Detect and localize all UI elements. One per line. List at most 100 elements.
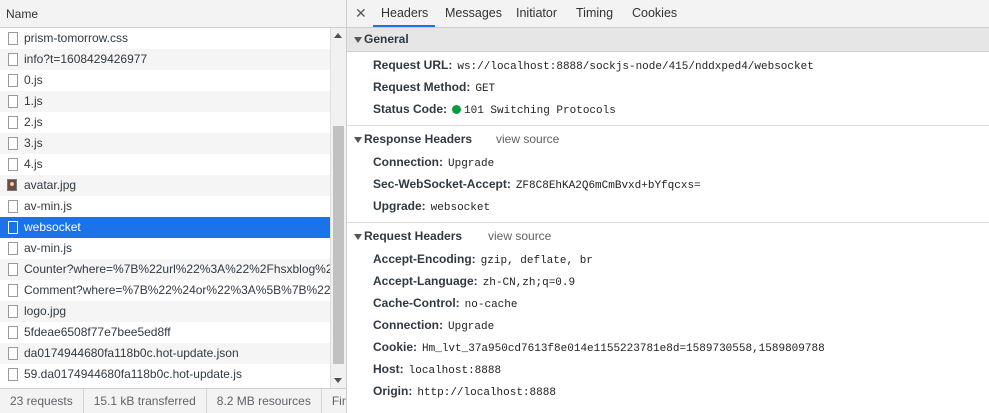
response-header-row: Upgrade: websocket — [347, 195, 989, 217]
request-header-row: Origin: http://localhost:8888 — [347, 380, 989, 402]
request-header-row: Accept-Language: zh-CN,zh;q=0.9 — [347, 270, 989, 292]
request-name: info?t=1608429426977 — [24, 52, 148, 66]
header-key: Request Method: — [373, 80, 471, 94]
name-column-header[interactable]: Name — [0, 0, 346, 28]
request-header-row: Connection: Upgrade — [347, 314, 989, 336]
file-icon — [8, 158, 18, 171]
request-header-row: Cache-Control: no-cache — [347, 292, 989, 314]
request-name: Comment?where=%7B%22%24or%22%3A%5B%7B%22… — [24, 283, 330, 297]
response-headers-section-header[interactable]: Response Headers view source — [347, 128, 989, 151]
response-header-row: Sec-WebSocket-Accept: ZF8C8EhKA2Q6mCmBvxd… — [347, 173, 989, 195]
request-row[interactable]: 2.js — [0, 112, 330, 133]
tab-cookies[interactable]: Cookies — [632, 6, 677, 20]
request-row[interactable]: 4.js — [0, 154, 330, 175]
request-row[interactable]: av-min.js — [0, 196, 330, 217]
header-key: Sec-WebSocket-Accept: — [373, 177, 511, 191]
section-divider — [347, 222, 989, 223]
header-key: Cache-Control: — [373, 296, 460, 310]
name-column-label: Name — [6, 7, 39, 21]
request-headers-title: Request Headers — [364, 229, 463, 243]
network-summary-bar: 23 requests 15.1 kB transferred 8.2 MB res… — [0, 388, 346, 413]
general-row-request-url: Request URL: ws://localhost:8888/sockjs-n… — [347, 54, 989, 76]
general-row-request-method: Request Method: GET — [347, 76, 989, 98]
request-row[interactable]: prism-tomorrow.css — [0, 28, 330, 49]
request-row[interactable]: 59.da0174944680fa118b0c.hot-update.js — [0, 364, 330, 385]
request-row[interactable]: 1.js — [0, 91, 330, 112]
request-name: 5fdeae6508f77e7bee5ed8ff — [24, 325, 171, 339]
request-list: prism-tomorrow.css info?t=1608429426977 0.… — [0, 28, 330, 388]
request-row[interactable]: Counter?where=%7B%22url%22%3A%22%2Fhsxbl… — [0, 259, 330, 280]
header-value: zh-CN,zh;q=0.9 — [482, 277, 576, 289]
status-ok-icon — [452, 105, 462, 114]
request-name: 1.js — [24, 94, 43, 108]
transferred-size: 15.1 kB transferred — [84, 389, 207, 413]
header-value: gzip, deflate, br — [480, 255, 593, 267]
header-value: 101 Switching Protocols — [464, 105, 616, 117]
requests-count: 23 requests — [0, 389, 84, 413]
scrollbar-thumb[interactable] — [333, 126, 344, 364]
request-row[interactable]: 0.js — [0, 70, 330, 91]
tab-timing[interactable]: Timing — [576, 6, 613, 20]
section-divider — [347, 125, 989, 126]
request-headers-section-header[interactable]: Request Headers view source — [347, 225, 989, 248]
response-header-row: Connection: Upgrade — [347, 151, 989, 173]
header-key: Cookie: — [373, 340, 418, 354]
file-icon — [8, 368, 18, 381]
request-list-panel: Name prism-tomorrow.css info?t=1608429426… — [0, 0, 347, 413]
request-row[interactable]: websocket — [0, 217, 330, 238]
file-icon — [8, 221, 18, 234]
header-value: http://localhost:8888 — [417, 387, 556, 399]
request-name: websocket — [24, 220, 81, 234]
response-view-source-link[interactable]: view source — [496, 128, 559, 151]
request-name: av-min.js — [24, 241, 73, 255]
expand-triangle-icon — [354, 37, 362, 43]
file-icon — [8, 347, 18, 360]
tab-headers[interactable]: Headers — [381, 6, 428, 20]
general-section-header[interactable]: General — [347, 28, 989, 52]
request-name: da0174944680fa118b0c.hot-update.json — [24, 346, 239, 360]
request-row[interactable]: 3.js — [0, 133, 330, 154]
header-key: Connection: — [373, 155, 443, 169]
header-key: Host: — [373, 362, 404, 376]
header-key: Connection: — [373, 318, 443, 332]
file-icon — [8, 263, 18, 276]
request-header-row: Cookie: Hm_lvt_37a950cd7613f8e014e1155223… — [347, 336, 989, 358]
file-icon — [8, 242, 18, 255]
scroll-up-icon[interactable] — [334, 33, 342, 38]
request-details-panel: ✕ Headers Messages Initiator Timing Cook… — [347, 0, 989, 413]
request-row[interactable]: av-min.js — [0, 238, 330, 259]
request-list-scrollbar[interactable] — [330, 28, 346, 388]
request-row[interactable]: da0174944680fa118b0c.hot-update.json — [0, 343, 330, 364]
finish-time: Finish — [322, 389, 346, 413]
request-name: 2.js — [24, 115, 43, 129]
file-icon — [8, 284, 18, 297]
request-row[interactable]: logo.jpg — [0, 301, 330, 322]
request-name: prism-tomorrow.css — [24, 31, 129, 45]
request-row[interactable]: avatar.jpg — [0, 175, 330, 196]
request-view-source-link[interactable]: view source — [488, 225, 551, 248]
close-icon[interactable]: ✕ — [355, 5, 367, 22]
header-value: GET — [475, 83, 496, 95]
request-row[interactable]: info?t=1608429426977 — [0, 49, 330, 70]
tab-messages[interactable]: Messages — [445, 6, 502, 20]
header-key: Status Code: — [373, 102, 448, 116]
header-value: localhost:8888 — [408, 365, 502, 377]
header-value: no-cache — [464, 299, 518, 311]
image-icon — [7, 179, 17, 191]
header-value: ZF8C8EhKA2Q6mCmBvxd+bYfqcxs= — [515, 180, 701, 192]
headers-content: General Request URL: ws://localhost:8888/… — [347, 28, 989, 413]
header-value: Upgrade — [448, 158, 495, 170]
request-name: logo.jpg — [24, 304, 67, 318]
header-value: websocket — [430, 202, 491, 214]
scroll-down-icon[interactable] — [334, 378, 342, 383]
resources-size: 8.2 MB resources — [207, 389, 322, 413]
request-row[interactable]: 5fdeae6508f77e7bee5ed8ff — [0, 322, 330, 343]
header-key: Accept-Encoding: — [373, 252, 476, 266]
request-name: 3.js — [24, 136, 43, 150]
file-icon — [8, 200, 18, 213]
tab-initiator[interactable]: Initiator — [516, 6, 557, 20]
request-name: 59.da0174944680fa118b0c.hot-update.js — [24, 367, 242, 381]
expand-triangle-icon — [354, 137, 362, 143]
request-row[interactable]: Comment?where=%7B%22%24or%22%3A%5B%7B%22… — [0, 280, 330, 301]
general-row-status-code: Status Code: 101 Switching Protocols — [347, 98, 989, 120]
